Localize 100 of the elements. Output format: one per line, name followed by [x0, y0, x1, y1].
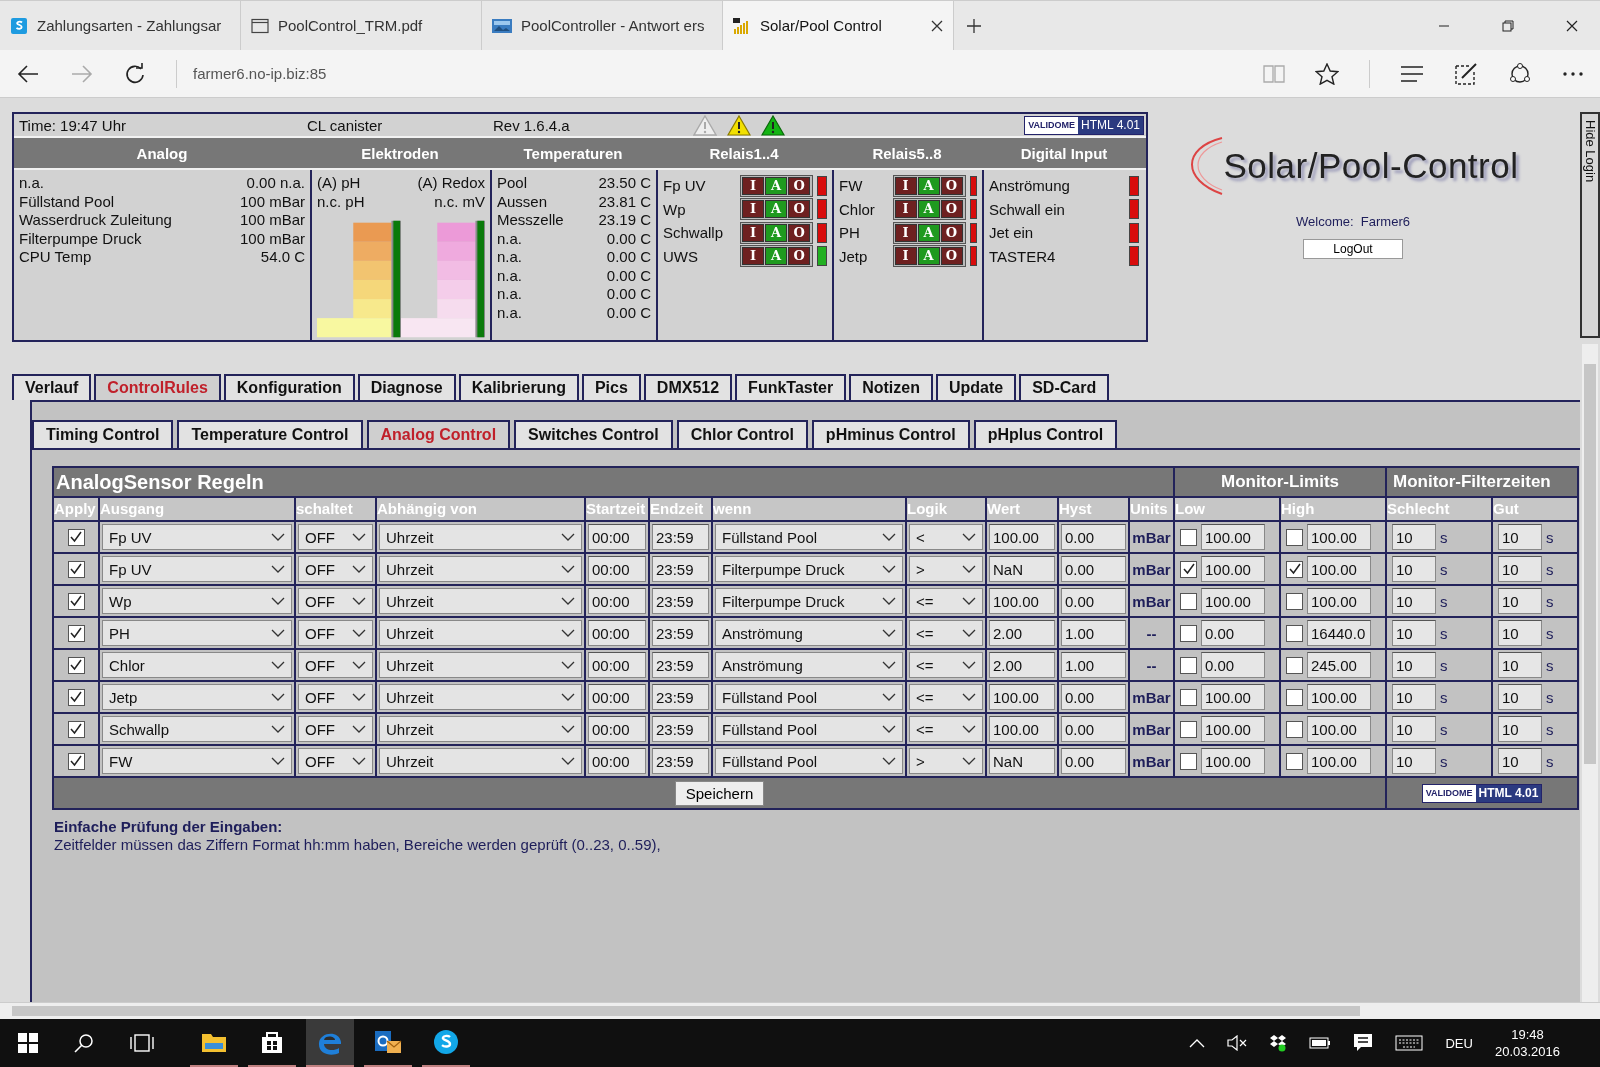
tab[interactable]: DMX512	[643, 374, 733, 400]
checkbox[interactable]	[67, 752, 85, 770]
seconds-field[interactable]: 10	[1392, 556, 1436, 582]
limit-field[interactable]: 100.00	[1201, 716, 1265, 742]
checkbox[interactable]	[1286, 720, 1303, 738]
source-dropdown[interactable]: Uhrzeit	[379, 524, 582, 550]
limit-field[interactable]: 16440.0	[1307, 620, 1371, 646]
speaker-muted-icon[interactable]	[1227, 1035, 1248, 1051]
mode-button[interactable]: O	[940, 176, 963, 195]
save-button[interactable]: Speichern	[674, 780, 765, 806]
seconds-field[interactable]: 10	[1498, 684, 1542, 710]
sensor-dropdown[interactable]: Füllstand Pool	[715, 684, 903, 710]
checkbox[interactable]	[1286, 592, 1303, 610]
checkbox[interactable]	[1286, 624, 1303, 642]
tab[interactable]: Update	[935, 374, 1017, 400]
checkbox[interactable]	[1286, 528, 1303, 546]
source-dropdown[interactable]: Uhrzeit	[379, 684, 582, 710]
output-dropdown[interactable]: PH	[102, 620, 292, 646]
checkbox[interactable]	[1180, 752, 1197, 770]
search-icon[interactable]	[74, 1033, 94, 1053]
logic-dropdown[interactable]: <=	[909, 620, 983, 646]
refresh-icon[interactable]	[124, 62, 146, 85]
value-field[interactable]: 2.00	[989, 652, 1055, 678]
mode-button[interactable]: O	[788, 176, 811, 195]
limit-field[interactable]: 100.00	[1307, 684, 1371, 710]
limit-field[interactable]: 100.00	[1307, 716, 1371, 742]
mode-button[interactable]: I	[894, 176, 917, 195]
mode-button[interactable]: A	[765, 247, 788, 266]
value-field[interactable]: 100.00	[989, 716, 1055, 742]
state-dropdown[interactable]: OFF	[298, 556, 373, 582]
chevron-up-icon[interactable]	[1189, 1038, 1206, 1048]
mode-button[interactable]: A	[917, 223, 940, 242]
source-dropdown[interactable]: Uhrzeit	[379, 652, 582, 678]
checkbox[interactable]	[1180, 592, 1197, 610]
limit-field[interactable]: 100.00	[1307, 556, 1371, 582]
sensor-dropdown[interactable]: Anströmung	[715, 620, 903, 646]
state-dropdown[interactable]: OFF	[298, 620, 373, 646]
mode-button[interactable]: O	[788, 200, 811, 219]
source-dropdown[interactable]: Uhrzeit	[379, 556, 582, 582]
tab[interactable]: Switches Control	[514, 420, 673, 448]
checkbox[interactable]	[67, 624, 85, 642]
limit-field[interactable]: 100.00	[1201, 748, 1265, 774]
checkbox[interactable]	[1180, 528, 1197, 546]
time-field[interactable]: 23:59	[652, 524, 709, 550]
limit-field[interactable]: 100.00	[1201, 524, 1265, 550]
tab[interactable]: SD-Card	[1019, 374, 1110, 400]
state-dropdown[interactable]: OFF	[298, 716, 373, 742]
mode-button[interactable]: O	[788, 247, 811, 266]
seconds-field[interactable]: 10	[1498, 652, 1542, 678]
time-field[interactable]: 00:00	[588, 620, 646, 646]
hysteresis-field[interactable]: 1.00	[1061, 652, 1126, 678]
seconds-field[interactable]: 10	[1498, 748, 1542, 774]
time-field[interactable]: 23:59	[652, 684, 709, 710]
mode-button[interactable]: I	[742, 200, 765, 219]
limit-field[interactable]: 100.00	[1201, 588, 1265, 614]
hysteresis-field[interactable]: 0.00	[1061, 556, 1126, 582]
time-field[interactable]: 23:59	[652, 748, 709, 774]
time-field[interactable]: 23:59	[652, 652, 709, 678]
time-field[interactable]: 00:00	[588, 748, 646, 774]
value-field[interactable]: NaN	[989, 748, 1055, 774]
checkbox[interactable]	[67, 592, 85, 610]
state-dropdown[interactable]: OFF	[298, 748, 373, 774]
tab[interactable]: Temperature Control	[177, 420, 363, 448]
time-field[interactable]: 23:59	[652, 716, 709, 742]
tab[interactable]: Notizen	[849, 374, 933, 400]
logic-dropdown[interactable]: <=	[909, 652, 983, 678]
limit-field[interactable]: 100.00	[1307, 524, 1371, 550]
hysteresis-field[interactable]: 0.00	[1061, 524, 1126, 550]
hysteresis-field[interactable]: 0.00	[1061, 684, 1126, 710]
browser-tab[interactable]: Solar/Pool Control	[723, 1, 954, 50]
checkbox[interactable]	[1180, 656, 1197, 674]
checkbox[interactable]	[1180, 560, 1197, 578]
limit-field[interactable]: 100.00	[1307, 588, 1371, 614]
value-field[interactable]: 100.00	[989, 588, 1055, 614]
seconds-field[interactable]: 10	[1392, 716, 1436, 742]
tab[interactable]: ControlRules	[94, 374, 221, 400]
output-dropdown[interactable]: Wp	[102, 588, 292, 614]
hysteresis-field[interactable]: 0.00	[1061, 716, 1126, 742]
time-field[interactable]: 00:00	[588, 524, 646, 550]
share-icon[interactable]	[1508, 61, 1532, 86]
mode-button[interactable]: I	[894, 223, 917, 242]
seconds-field[interactable]: 10	[1498, 716, 1542, 742]
value-field[interactable]: 2.00	[989, 620, 1055, 646]
checkbox[interactable]	[67, 720, 85, 738]
limit-field[interactable]: 0.00	[1201, 620, 1265, 646]
tab[interactable]: Kalibrierung	[458, 374, 579, 400]
restore-icon[interactable]	[1502, 19, 1514, 32]
tab[interactable]: Diagnose	[357, 374, 456, 400]
mode-button[interactable]: O	[788, 223, 811, 242]
sensor-dropdown[interactable]: Anströmung	[715, 652, 903, 678]
mode-button[interactable]: A	[765, 176, 788, 195]
tab[interactable]: Timing Control	[32, 420, 174, 448]
seconds-field[interactable]: 10	[1498, 556, 1542, 582]
checkbox[interactable]	[1286, 560, 1303, 578]
checkbox[interactable]	[1180, 624, 1197, 642]
new-tab-icon[interactable]	[966, 17, 982, 34]
close-icon[interactable]	[931, 19, 943, 32]
state-dropdown[interactable]: OFF	[298, 652, 373, 678]
output-dropdown[interactable]: Schwallp	[102, 716, 292, 742]
value-field[interactable]: 100.00	[989, 524, 1055, 550]
